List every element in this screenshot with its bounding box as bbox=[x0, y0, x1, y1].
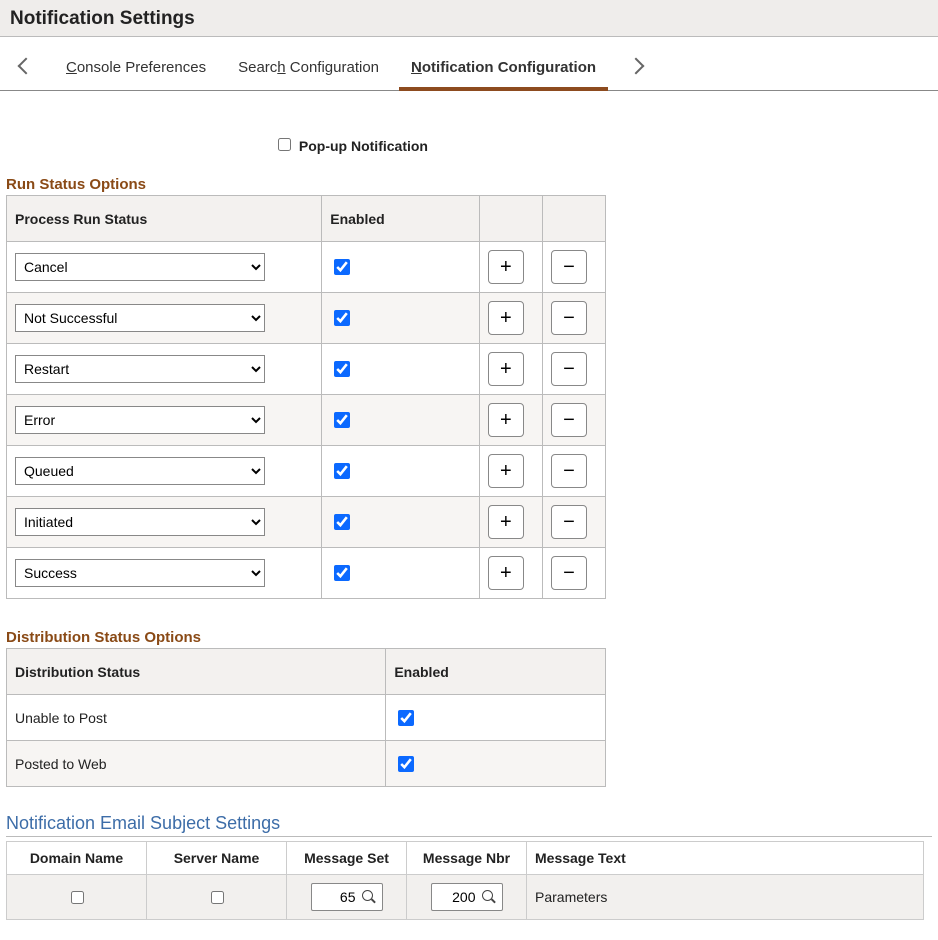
email-row: Parameters bbox=[7, 875, 924, 920]
remove-row-button[interactable]: − bbox=[551, 301, 587, 335]
chevron-left-icon[interactable] bbox=[18, 57, 35, 74]
remove-row-button[interactable]: − bbox=[551, 403, 587, 437]
run-status-col-status: Process Run Status bbox=[7, 196, 322, 242]
run-status-row: Restart +− bbox=[7, 344, 606, 395]
dist-status-col-status: Distribution Status bbox=[7, 649, 386, 695]
run-status-row: Success +− bbox=[7, 548, 606, 599]
email-col-server: Server Name bbox=[147, 842, 287, 875]
email-col-domain: Domain Name bbox=[7, 842, 147, 875]
message-text-cell: Parameters bbox=[527, 875, 924, 920]
dist-status-enabled-checkbox[interactable] bbox=[398, 756, 414, 772]
process-run-status-select[interactable]: Success bbox=[15, 559, 265, 587]
process-run-status-select[interactable]: Queued bbox=[15, 457, 265, 485]
tab-console-preferences[interactable]: Console Preferences bbox=[62, 51, 210, 90]
popup-notification-row: Pop-up Notification bbox=[6, 111, 932, 172]
dist-status-label: Unable to Post bbox=[7, 695, 386, 741]
dist-status-table: Distribution Status Enabled Unable to Po… bbox=[6, 648, 606, 787]
add-row-button[interactable]: + bbox=[488, 454, 524, 488]
run-status-enabled-checkbox[interactable] bbox=[334, 310, 350, 326]
add-row-button[interactable]: + bbox=[488, 556, 524, 590]
email-col-msgset: Message Set bbox=[287, 842, 407, 875]
message-nbr-input[interactable] bbox=[438, 888, 478, 906]
page-header: Notification Settings bbox=[0, 0, 938, 37]
process-run-status-select[interactable]: Restart bbox=[15, 355, 265, 383]
dist-status-row: Posted to Web bbox=[7, 741, 606, 787]
lookup-icon[interactable] bbox=[362, 890, 376, 904]
run-status-col-enabled: Enabled bbox=[322, 196, 480, 242]
email-col-msgtext: Message Text bbox=[527, 842, 924, 875]
run-status-enabled-checkbox[interactable] bbox=[334, 463, 350, 479]
dist-status-title: Distribution Status Options bbox=[6, 629, 932, 646]
page-title: Notification Settings bbox=[10, 8, 928, 30]
run-status-enabled-checkbox[interactable] bbox=[334, 412, 350, 428]
run-status-row: Initiated +− bbox=[7, 497, 606, 548]
email-col-msgnbr: Message Nbr bbox=[407, 842, 527, 875]
run-status-title: Run Status Options bbox=[6, 176, 932, 193]
email-domain-checkbox[interactable] bbox=[71, 891, 84, 904]
process-run-status-select[interactable]: Error bbox=[15, 406, 265, 434]
remove-row-button[interactable]: − bbox=[551, 556, 587, 590]
message-set-input[interactable] bbox=[318, 888, 358, 906]
dist-status-col-enabled: Enabled bbox=[386, 649, 606, 695]
run-status-enabled-checkbox[interactable] bbox=[334, 361, 350, 377]
popup-notification-checkbox[interactable] bbox=[278, 138, 291, 151]
dist-status-enabled-checkbox[interactable] bbox=[398, 710, 414, 726]
run-status-enabled-checkbox[interactable] bbox=[334, 565, 350, 581]
add-row-button[interactable]: + bbox=[488, 250, 524, 284]
add-row-button[interactable]: + bbox=[488, 352, 524, 386]
run-status-enabled-checkbox[interactable] bbox=[334, 259, 350, 275]
email-subject-heading: Notification Email Subject Settings bbox=[6, 813, 932, 837]
run-status-row: Error +− bbox=[7, 395, 606, 446]
add-row-button[interactable]: + bbox=[488, 301, 524, 335]
tab-row: Console Preferences Search Configuration… bbox=[0, 37, 938, 91]
chevron-right-icon[interactable] bbox=[628, 57, 645, 74]
run-status-table: Process Run Status Enabled Cancel+−Not S… bbox=[6, 195, 606, 599]
run-status-enabled-checkbox[interactable] bbox=[334, 514, 350, 530]
run-status-row: Not Successful +− bbox=[7, 293, 606, 344]
lookup-icon[interactable] bbox=[482, 890, 496, 904]
remove-row-button[interactable]: − bbox=[551, 250, 587, 284]
run-status-row: Cancel +− bbox=[7, 242, 606, 293]
process-run-status-select[interactable]: Not Successful bbox=[15, 304, 265, 332]
tab-search-configuration[interactable]: Search Configuration bbox=[234, 51, 383, 90]
popup-notification-label: Pop-up Notification bbox=[299, 138, 428, 154]
process-run-status-select[interactable]: Cancel bbox=[15, 253, 265, 281]
dist-status-row: Unable to Post bbox=[7, 695, 606, 741]
dist-status-label: Posted to Web bbox=[7, 741, 386, 787]
process-run-status-select[interactable]: Initiated bbox=[15, 508, 265, 536]
email-subject-table: Domain Name Server Name Message Set Mess… bbox=[6, 841, 924, 920]
add-row-button[interactable]: + bbox=[488, 403, 524, 437]
tab-notification-configuration[interactable]: Notification Configuration bbox=[407, 51, 600, 90]
run-status-row: Queued +− bbox=[7, 446, 606, 497]
remove-row-button[interactable]: − bbox=[551, 454, 587, 488]
add-row-button[interactable]: + bbox=[488, 505, 524, 539]
remove-row-button[interactable]: − bbox=[551, 505, 587, 539]
email-server-checkbox[interactable] bbox=[211, 891, 224, 904]
remove-row-button[interactable]: − bbox=[551, 352, 587, 386]
